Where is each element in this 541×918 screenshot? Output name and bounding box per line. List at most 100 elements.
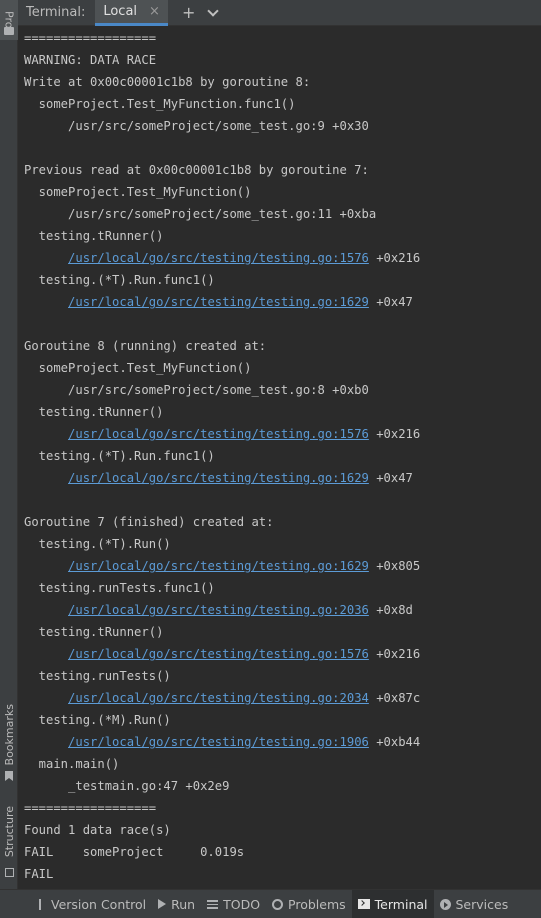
terminal-tab[interactable]: Terminal (351, 889, 434, 918)
terminal-line: /usr/local/go/src/testing/testing.go:203… (18, 599, 541, 621)
terminal-line: /usr/src/someProject/some_test.go:9 +0x3… (18, 115, 541, 137)
terminal-line: /usr/local/go/src/testing/testing.go:162… (18, 467, 541, 489)
file-link[interactable]: /usr/local/go/src/testing/testing.go:157… (68, 427, 369, 441)
terminal-line-offset: +0x216 (368, 427, 421, 441)
terminal-line-text: testing.tRunner() (24, 229, 164, 243)
file-link[interactable]: /usr/local/go/src/testing/testing.go:162… (68, 295, 369, 309)
problems-tab[interactable]: Problems (266, 890, 352, 918)
terminal-title: Terminal: (26, 5, 86, 20)
terminal-line-text: testing.(*T).Run.func1() (24, 273, 215, 287)
terminal-line-text: /usr/src/someProject/some_test.go:11 +0x… (24, 207, 377, 221)
terminal-line: someProject.Test_MyFunction.func1() (18, 93, 541, 115)
terminal-line-text: Goroutine 7 (finished) created at: (24, 515, 274, 529)
terminal-line-text (24, 427, 68, 441)
terminal-line: WARNING: DATA RACE (18, 49, 541, 71)
terminal-line-offset: +0x87c (368, 691, 421, 705)
terminal-line-text: FAIL (24, 867, 54, 881)
terminal-line-text: ================== (24, 801, 157, 815)
file-link[interactable]: /usr/local/go/src/testing/testing.go:162… (68, 559, 369, 573)
terminal-line-text (24, 647, 68, 661)
terminal-line-offset: +0x47 (368, 295, 413, 309)
run-tab[interactable]: Run (152, 890, 201, 918)
bookmark-icon (5, 771, 13, 781)
terminal-line-offset: +0x805 (368, 559, 421, 573)
terminal-line-text: Previous read at 0x00c00001c1b8 by gorou… (24, 163, 369, 177)
terminal-line: /usr/local/go/src/testing/testing.go:203… (18, 687, 541, 709)
terminal-line: /usr/local/go/src/testing/testing.go:162… (18, 555, 541, 577)
terminal-line-text: ================== (24, 31, 157, 45)
terminal-header: Terminal: Local × + (18, 0, 541, 26)
file-link[interactable]: /usr/local/go/src/testing/testing.go:162… (68, 471, 369, 485)
ide-window: Pro Bookmarks Structure Terminal: Local … (0, 0, 541, 918)
file-link[interactable]: /usr/local/go/src/testing/testing.go:203… (68, 603, 369, 617)
terminal-line-text (24, 251, 68, 265)
terminal-line-text: _testmain.go:47 +0x2e9 (24, 779, 230, 793)
file-link[interactable]: /usr/local/go/src/testing/testing.go:157… (68, 647, 369, 661)
terminal-line: /usr/local/go/src/testing/testing.go:162… (18, 291, 541, 313)
terminal-line: FAIL someProject 0.019s (18, 841, 541, 863)
terminal-line: /usr/local/go/src/testing/testing.go:157… (18, 643, 541, 665)
terminal-line: /usr/local/go/src/testing/testing.go:190… (18, 731, 541, 753)
terminal-line-text: /usr/src/someProject/some_test.go:9 +0x3… (24, 119, 369, 133)
terminal-line-offset: +0x216 (368, 647, 421, 661)
chevron-down-icon[interactable] (207, 4, 220, 17)
terminal-line: testing.(*T).Run() (18, 533, 541, 555)
terminal-line: ================== (18, 27, 541, 49)
terminal-line: testing.tRunner() (18, 225, 541, 247)
close-icon[interactable]: × (149, 4, 160, 19)
problems-icon (272, 898, 284, 910)
tab-local-label: Local (103, 3, 138, 19)
services-label: Services (455, 896, 509, 912)
terminal-line-offset: +0x216 (368, 251, 421, 265)
list-icon (207, 899, 219, 909)
terminal-line-text (24, 691, 68, 705)
file-link[interactable]: /usr/local/go/src/testing/testing.go:203… (68, 691, 369, 705)
terminal-line: /usr/local/go/src/testing/testing.go:157… (18, 423, 541, 445)
terminal-label: Terminal (374, 896, 428, 912)
terminal-line: Goroutine 7 (finished) created at: (18, 511, 541, 533)
terminal-line-text: WARNING: DATA RACE (24, 53, 157, 67)
services-tab[interactable]: Services (434, 890, 515, 918)
version-control-label: Version Control (51, 896, 147, 912)
terminal-line-text: Found 1 data race(s) (24, 823, 171, 837)
terminal-line: FAIL (18, 863, 541, 885)
problems-label: Problems (288, 896, 346, 912)
terminal-line-text: main.main() (24, 757, 120, 771)
terminal-line-offset: +0x47 (368, 471, 413, 485)
bottom-tool-bar: Version Control Run TODO Problems Termin… (0, 889, 541, 918)
terminal-line-text (24, 603, 68, 617)
left-tool-strip: Pro Bookmarks Structure (0, 0, 18, 889)
terminal-output[interactable]: ================== WARNING: DATA RACE Writ… (18, 27, 541, 889)
structure-tool-tab[interactable]: Structure (0, 800, 18, 864)
terminal-line-text (24, 471, 68, 485)
terminal-line: /usr/local/go/src/testing/testing.go:157… (18, 247, 541, 269)
terminal-line: testing.tRunner() (18, 621, 541, 643)
terminal-line: testing.runTests() (18, 665, 541, 687)
structure-icon (5, 868, 14, 877)
terminal-line-text (24, 559, 68, 573)
services-icon (439, 898, 451, 910)
file-link[interactable]: /usr/local/go/src/testing/testing.go:157… (68, 251, 369, 265)
terminal-line: testing.runTests.func1() (18, 577, 541, 599)
terminal-line: someProject.Test_MyFunction() (18, 181, 541, 203)
tab-local[interactable]: Local × (95, 0, 168, 26)
bookmarks-tool-tab[interactable]: Bookmarks (0, 700, 18, 770)
file-link[interactable]: /usr/local/go/src/testing/testing.go:190… (68, 735, 369, 749)
terminal-line: testing.(*T).Run.func1() (18, 445, 541, 467)
terminal-line: someProject.Test_MyFunction() (18, 357, 541, 379)
structure-tool-tab-label: Structure (2, 806, 16, 858)
terminal-line-text: testing.runTests() (24, 669, 171, 683)
terminal-line-text: someProject.Test_MyFunction() (24, 361, 252, 375)
terminal-line: /usr/src/someProject/some_test.go:11 +0x… (18, 203, 541, 225)
terminal-line-text (24, 295, 68, 309)
terminal-line-text: testing.runTests.func1() (24, 581, 215, 595)
terminal-line-text: someProject.Test_MyFunction() (24, 185, 252, 199)
version-control-tab[interactable]: Version Control (30, 890, 152, 918)
terminal-line-text: Write at 0x00c00001c1b8 by goroutine 8: (24, 75, 311, 89)
terminal-line-text: testing.(*T).Run() (24, 537, 171, 551)
add-tab-button[interactable]: + (182, 3, 195, 22)
terminal-line: Goroutine 8 (running) created at: (18, 335, 541, 357)
todo-tab[interactable]: TODO (201, 890, 266, 918)
todo-label: TODO (223, 896, 261, 912)
